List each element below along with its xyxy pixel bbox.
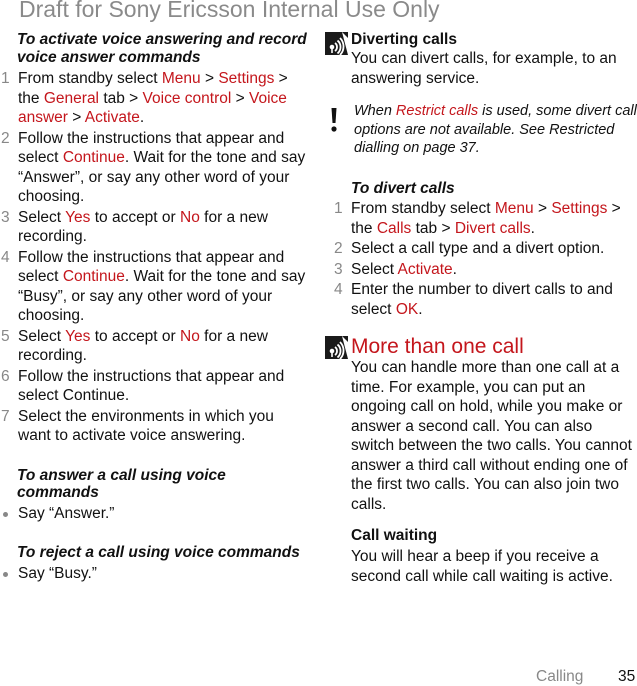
step-item: 1 From standby select Menu > Settings > t…: [333, 199, 637, 238]
answer-bullet-item: Say “Answer.”: [0, 504, 310, 524]
more-than-one-call-title: More than one call: [351, 335, 524, 358]
menu-path-term: No: [180, 327, 200, 345]
text-run: Select: [18, 327, 66, 345]
text-run: >: [67, 109, 85, 126]
text-run: .: [139, 109, 145, 126]
text-run: .: [530, 219, 535, 237]
text-run: Select the environments in which you wan…: [18, 407, 274, 445]
text-run: tab >: [99, 89, 143, 107]
step-item: 7 Select the environments in which you wa…: [0, 407, 310, 446]
menu-path-term: Menu: [494, 200, 534, 217]
menu-path-term: Continue: [62, 268, 125, 285]
menu-path-term: Calls: [376, 219, 412, 237]
step-item: 4 Enter the number to divert calls to and…: [333, 280, 637, 319]
step-item: 2 Select a call type and a divert option.: [333, 239, 637, 259]
diverting-calls-title: Diverting calls: [351, 31, 457, 48]
more-than-one-call-body: You can handle more than one call at a t…: [351, 359, 632, 513]
network-service-icon: [325, 336, 348, 359]
diverting-calls-heading: Diverting calls: [320, 30, 637, 55]
menu-path-term: Divert calls: [454, 219, 531, 237]
divert-heading: To divert calls: [351, 179, 455, 197]
footer-section-name: Calling: [536, 668, 584, 685]
text-run: When: [354, 103, 396, 119]
restrict-note: When Restrict calls is used, some divert…: [320, 102, 637, 158]
step-number: 4: [1, 248, 10, 266]
reject-bullet-item: Say “Busy.”: [0, 564, 310, 584]
step-item: 2 Follow the instructions that appear and…: [0, 129, 310, 207]
text-run: Select a call type and a divert option.: [351, 240, 605, 257]
menu-path-term: Activate: [397, 260, 453, 278]
answer-bullet-text: Say “Answer.”: [18, 504, 115, 522]
reject-heading: To reject a call using voice commands: [17, 544, 300, 561]
step-number: 2: [334, 240, 343, 257]
menu-path-term: Restrict calls: [395, 103, 479, 119]
bullet-icon: [3, 571, 8, 577]
network-service-icon: [325, 32, 348, 55]
step-item: 4 Follow the instructions that appear and…: [0, 248, 310, 326]
text-run: to accept or: [90, 208, 181, 226]
step-item: 5 Select Yes to accept or No for a new re…: [0, 327, 310, 366]
text-run: >: [533, 200, 552, 217]
text-run: From standby select: [351, 200, 495, 217]
reject-bullet-text: Say “Busy.”: [18, 564, 97, 582]
text-run: tab >: [411, 219, 455, 237]
page-number: 35: [618, 668, 636, 685]
step-number: 7: [1, 407, 10, 425]
more-than-one-call-heading: More than one call: [320, 335, 637, 359]
step-item: 1 From standby select Menu > Settings > t…: [0, 69, 310, 128]
step-number: 6: [1, 367, 10, 385]
step-number: 3: [1, 208, 10, 226]
menu-path-term: Settings: [551, 200, 608, 217]
text-run: .: [418, 300, 423, 318]
text-run: >: [231, 89, 249, 107]
call-waiting-heading: Call waiting: [351, 527, 438, 544]
text-run: to accept or: [90, 327, 181, 345]
step-item: 3 Select Activate.: [333, 260, 637, 280]
menu-path-term: Yes: [65, 327, 91, 345]
diverting-calls-body: You can divert calls, for example, to an…: [351, 50, 617, 87]
menu-path-term: Menu: [161, 70, 201, 87]
menu-path-term: Yes: [65, 208, 91, 226]
text-run: Follow the instructions that appear and …: [18, 367, 285, 405]
draft-watermark: Draft for Sony Ericsson Internal Use Onl…: [19, 0, 440, 22]
text-run: Select: [351, 260, 398, 278]
menu-path-term: General: [43, 89, 100, 107]
menu-path-term: Activate: [84, 109, 140, 126]
text-run: Enter the number to divert calls to and …: [351, 281, 613, 318]
menu-path-term: OK: [395, 300, 419, 318]
text-run: Select: [18, 208, 66, 226]
step-number: 4: [334, 281, 343, 298]
divert-steps: 1 From standby select Menu > Settings > t…: [320, 199, 637, 319]
text-run: >: [200, 70, 219, 87]
left-column: To activate voice answering and record v…: [0, 30, 310, 583]
answer-heading: To answer a call using voice commands: [17, 466, 226, 502]
step-number: 1: [1, 70, 10, 87]
step-number: 3: [334, 260, 343, 278]
menu-path-term: Continue: [62, 149, 125, 166]
step-item: 6 Follow the instructions that appear and…: [0, 367, 310, 406]
menu-path-term: Voice control: [142, 89, 232, 107]
step-item: 3 Select Yes to accept or No for a new re…: [0, 208, 310, 247]
text-run: .: [452, 260, 457, 278]
step-number: 1: [334, 200, 343, 217]
activate-steps: 1 From standby select Menu > Settings > t…: [0, 69, 310, 446]
text-run: From standby select: [18, 70, 162, 87]
warning-icon: [331, 108, 337, 132]
restrict-note-text: When Restrict calls is used, some divert…: [354, 103, 637, 156]
bullet-icon: [3, 511, 8, 517]
call-waiting-body: You will hear a beep if you receive a se…: [351, 548, 613, 585]
step-number: 2: [1, 129, 10, 147]
right-column: Diverting calls You can divert calls, fo…: [320, 30, 637, 586]
step-number: 5: [1, 327, 10, 345]
menu-path-term: No: [180, 208, 200, 226]
activate-heading: To activate voice answering and record v…: [17, 31, 307, 66]
menu-path-term: Settings: [218, 70, 275, 87]
